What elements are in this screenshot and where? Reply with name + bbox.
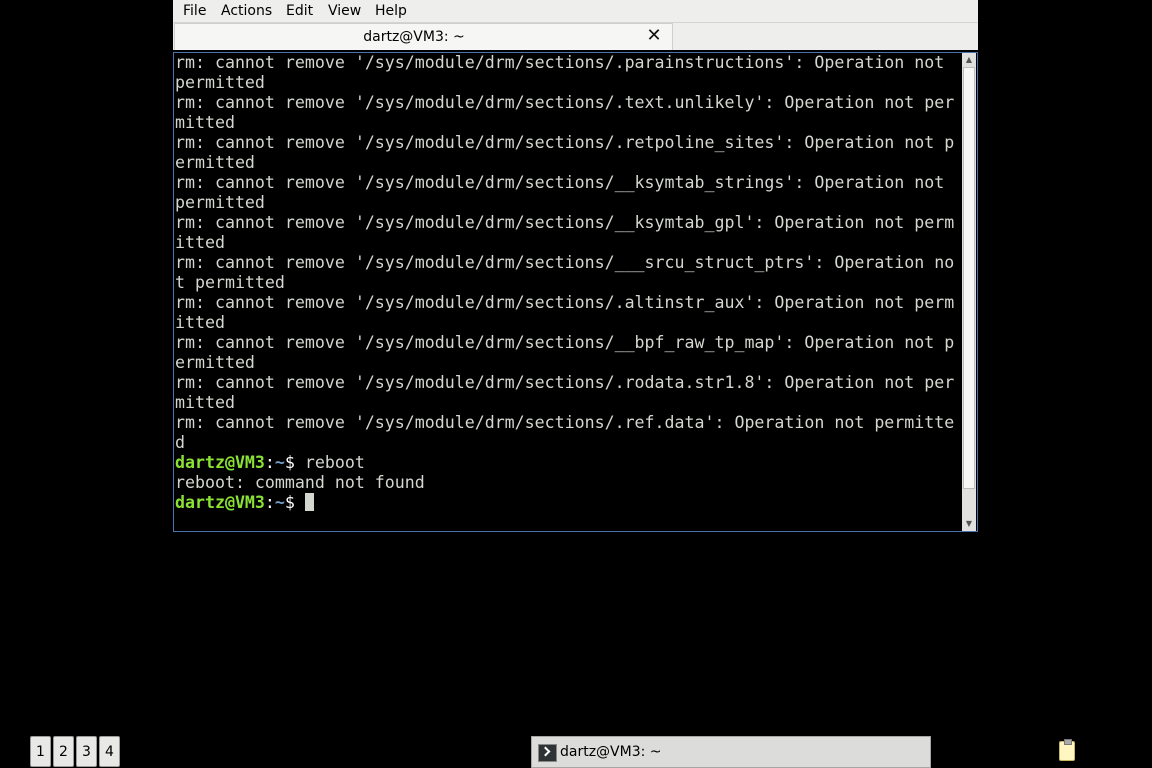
menu-help[interactable]: Help <box>375 2 407 20</box>
close-icon[interactable]: ✕ <box>645 26 663 46</box>
tab-bar: dartz@VM3: ~ ✕ <box>173 23 978 50</box>
scroll-down-arrow-icon[interactable]: ▼ <box>962 518 976 530</box>
terminal-line: rm: cannot remove '/sys/module/drm/secti… <box>175 333 955 352</box>
scrollbar-thumb[interactable] <box>963 67 975 489</box>
command-output: reboot: command not found <box>175 473 425 492</box>
terminal-line: rm: cannot remove '/sys/module/drm/secti… <box>175 213 955 232</box>
taskbar-label: dartz@VM3: ~ <box>560 744 662 760</box>
terminal-line: t permitted <box>175 273 285 292</box>
prompt-user: dartz@VM3 <box>175 493 265 512</box>
terminal-output: rm: cannot remove '/sys/module/drm/secti… <box>175 53 961 531</box>
terminal-window: File Actions Edit View Help dartz@VM3: ~… <box>173 0 978 532</box>
terminal-line: rm: cannot remove '/sys/module/drm/secti… <box>175 413 955 432</box>
prompt-path: ~ <box>274 493 285 512</box>
terminal-line: permitted <box>175 193 265 212</box>
clipboard-icon[interactable] <box>1059 739 1075 761</box>
menu-bar: File Actions Edit View Help <box>173 0 978 23</box>
menu-view[interactable]: View <box>328 2 361 20</box>
command-text: reboot <box>304 453 365 472</box>
workspace-4-button[interactable]: 4 <box>99 736 120 767</box>
terminal-line: mitted <box>175 113 235 132</box>
tab-title: dartz@VM3: ~ <box>363 29 465 45</box>
workspace-1-button[interactable]: 1 <box>30 736 51 767</box>
menu-file[interactable]: File <box>183 2 206 20</box>
terminal-line: ermitted <box>175 153 255 172</box>
terminal-line: rm: cannot remove '/sys/module/drm/secti… <box>175 373 955 392</box>
terminal-area[interactable]: rm: cannot remove '/sys/module/drm/secti… <box>173 52 978 532</box>
prompt-path: ~ <box>274 453 285 472</box>
prompt-user: dartz@VM3 <box>175 453 265 472</box>
prompt-line: dartz@VM3:~$ reboot <box>175 453 365 472</box>
menu-actions[interactable]: Actions <box>221 2 272 20</box>
prompt-separator: : <box>264 493 275 512</box>
workspace-3-button[interactable]: 3 <box>76 736 97 767</box>
terminal-line: itted <box>175 233 225 252</box>
text-cursor <box>304 493 314 511</box>
terminal-line: rm: cannot remove '/sys/module/drm/secti… <box>175 173 945 192</box>
prompt-dollar: $ <box>284 453 305 472</box>
terminal-line: itted <box>175 313 225 332</box>
menu-edit[interactable]: Edit <box>286 2 313 20</box>
prompt-line-current: dartz@VM3:~$ <box>175 493 314 512</box>
terminal-line: mitted <box>175 393 235 412</box>
workspace-2-button[interactable]: 2 <box>53 736 74 767</box>
terminal-line: rm: cannot remove '/sys/module/drm/secti… <box>175 93 955 112</box>
terminal-line: rm: cannot remove '/sys/module/drm/secti… <box>175 253 955 272</box>
terminal-line: rm: cannot remove '/sys/module/drm/secti… <box>175 133 955 152</box>
taskbar-terminal-button[interactable]: dartz@VM3: ~ <box>531 736 931 768</box>
vertical-scrollbar[interactable]: ▲ ▼ <box>962 53 976 531</box>
terminal-line: ermitted <box>175 353 255 372</box>
prompt-separator: : <box>264 453 275 472</box>
terminal-line: permitted <box>175 73 265 92</box>
scroll-up-arrow-icon[interactable]: ▲ <box>962 54 976 66</box>
terminal-line: rm: cannot remove '/sys/module/drm/secti… <box>175 53 945 72</box>
terminal-line: rm: cannot remove '/sys/module/drm/secti… <box>175 293 955 312</box>
prompt-dollar: $ <box>284 493 305 512</box>
tab-terminal[interactable]: dartz@VM3: ~ ✕ <box>174 23 673 50</box>
terminal-line: d <box>175 433 185 452</box>
terminal-icon <box>538 744 557 762</box>
